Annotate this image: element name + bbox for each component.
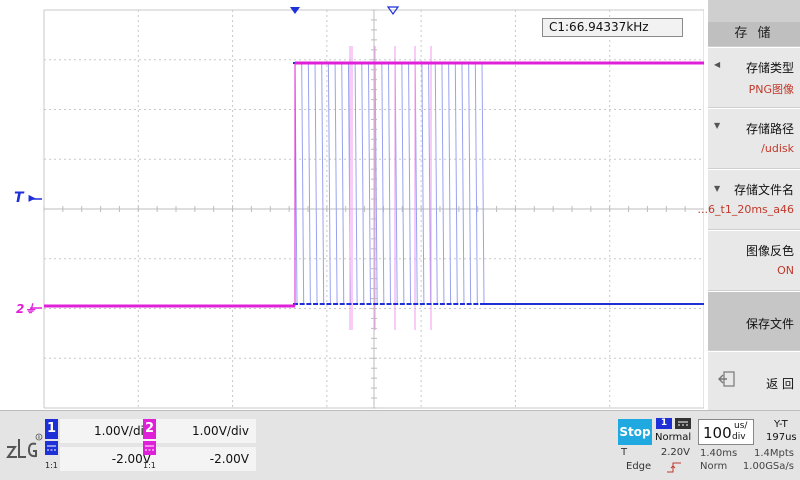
menu-item-label: 存储类型 <box>745 61 794 75</box>
menu-item-value: /udisk <box>761 142 794 155</box>
save-file-button[interactable]: 保存文件 <box>708 291 800 350</box>
menu-item-invert-image[interactable]: 图像反色 ON <box>708 230 800 290</box>
menu-item-storage-type[interactable]: ◀ 存储类型 PNG图像 <box>708 47 800 107</box>
chevron-down-icon: ▼ <box>714 184 721 193</box>
channel-2-panel[interactable]: 2 1:1 1.00V/div -2.00V <box>143 419 333 473</box>
menu-title: 存 储 <box>708 22 800 46</box>
ch1-edge-trace <box>307 62 311 305</box>
channel-2-offset[interactable]: -2.00V <box>158 447 256 471</box>
menu-item-storage-path[interactable]: ▼ 存储路径 /udisk <box>708 108 800 168</box>
channel-2-badge: 2 <box>143 419 156 439</box>
ch1-edge-trace <box>354 62 358 305</box>
ch1-edge-trace <box>388 62 391 305</box>
zlg-logo-icon: R <box>6 433 43 458</box>
back-button[interactable]: 返 回 <box>708 351 800 410</box>
probe-ratio: 1:1 <box>143 461 156 470</box>
dc-coupling-icon <box>45 441 58 455</box>
rising-edge-icon <box>667 462 681 473</box>
trigger-level-value: 2.20V <box>660 447 690 458</box>
trigger-level-marker[interactable]: T ▸ <box>14 190 35 206</box>
trigger-level-row[interactable]: T 2.20V <box>618 447 694 461</box>
run-stop-status[interactable]: Stop <box>618 419 652 445</box>
menu-item-label: 保存文件 <box>745 317 794 331</box>
waveform-display[interactable]: C1:66.94337kHz T ▸ 2⏚ <box>0 0 704 410</box>
chevron-left-icon: ◀ <box>714 60 721 69</box>
ch1-edge-trace <box>421 62 425 305</box>
ground-icon: ⏚ <box>24 302 37 316</box>
record-length-time: 1.40ms <box>700 448 738 459</box>
timebase-value: 100 <box>703 424 732 442</box>
status-bar: R 1 1:1 1.00V/div -2.00V 2 1:1 1.00V/div… <box>0 410 800 480</box>
frequency-measurement: C1:66.94337kHz <box>542 18 683 37</box>
ch1-edge-trace <box>481 62 485 305</box>
ch1-edge-trace <box>301 62 305 305</box>
menu-item-label: 存储文件名 <box>733 183 794 197</box>
ch2-ground-marker[interactable]: 2⏚ <box>16 300 36 317</box>
return-icon <box>718 371 735 387</box>
ch1-edge-trace <box>461 62 465 305</box>
ch1-edge-trace <box>341 62 345 305</box>
trigger-edge-row[interactable]: Edge <box>618 461 694 475</box>
ch1-edge-trace <box>434 62 438 305</box>
menu-item-value: PNG图像 <box>748 83 794 96</box>
acquisition-row-2: Norm 1.00GSa/s <box>700 461 796 473</box>
svg-text:R: R <box>38 435 41 440</box>
arrow-right-icon: ▸ <box>28 190 36 206</box>
sample-rate: 1.00GSa/s <box>742 461 794 472</box>
channel-2-scale[interactable]: 1.00V/div <box>158 419 256 443</box>
ch1-edge-trace <box>361 62 365 305</box>
trigger-type: T <box>621 447 628 458</box>
ch1-edge-trace <box>314 62 318 305</box>
ch1-edge-trace <box>321 62 325 305</box>
ch1-edge-trace <box>414 62 418 305</box>
ch1-edge-trace <box>367 62 371 305</box>
channel-1-badge: 1 <box>45 419 58 439</box>
timebase-box[interactable]: 100 us/ div <box>698 419 754 445</box>
acquisition-mode: Norm <box>700 461 728 472</box>
memory-depth: 1.4Mpts <box>753 448 794 459</box>
ch1-edge-trace <box>448 62 452 305</box>
acquisition-row-1: 1.40ms 1.4Mpts <box>700 448 796 460</box>
ch1-edge-trace <box>408 62 412 305</box>
ch1-edge-trace <box>381 62 385 305</box>
dc-coupling-icon <box>143 441 156 455</box>
trigger-level-label: T <box>14 190 24 206</box>
ch1-edge-trace <box>441 62 445 305</box>
timebase-unit-top: us/ <box>734 421 748 431</box>
chevron-down-icon: ▼ <box>714 121 721 130</box>
ch1-edge-trace <box>474 62 478 305</box>
ch1-edge-trace <box>334 62 338 305</box>
menu-item-file-name[interactable]: ▼ 存储文件名 ...6_t1_20ms_a46 <box>698 169 800 229</box>
waveform-svg <box>30 6 704 409</box>
coupling-icon <box>675 418 691 429</box>
trigger-source-badge: 1 <box>656 418 672 429</box>
ch1-edge-trace <box>468 62 472 305</box>
trigger-mode[interactable]: Normal <box>655 432 691 443</box>
menu-item-label: 存储路径 <box>745 122 794 136</box>
storage-menu: 存 储 ◀ 存储类型 PNG图像 ▼ 存储路径 /udisk ▼ 存储文件名 .… <box>698 0 800 410</box>
trigger-edge-label: Edge <box>626 461 652 472</box>
menu-item-label: 图像反色 <box>745 244 794 258</box>
ch1-edge-trace <box>401 62 405 305</box>
timebase-unit-bottom: div <box>732 432 746 442</box>
menu-item-label: 返 回 <box>766 377 794 391</box>
ch1-edge-trace <box>327 62 331 305</box>
oscilloscope-screen: C1:66.94337kHz T ▸ 2⏚ 存 储 ◀ 存储类型 PNG图像 ▼… <box>0 0 800 480</box>
menu-item-value: ON <box>777 264 794 277</box>
horizontal-position[interactable]: 197us <box>766 432 797 443</box>
probe-ratio: 1:1 <box>45 461 58 470</box>
ch1-edge-trace <box>454 62 458 305</box>
ch1-edge-trace <box>428 62 432 305</box>
menu-item-value: ...6_t1_20ms_a46 <box>697 203 794 216</box>
display-mode: Y-T <box>774 419 788 430</box>
